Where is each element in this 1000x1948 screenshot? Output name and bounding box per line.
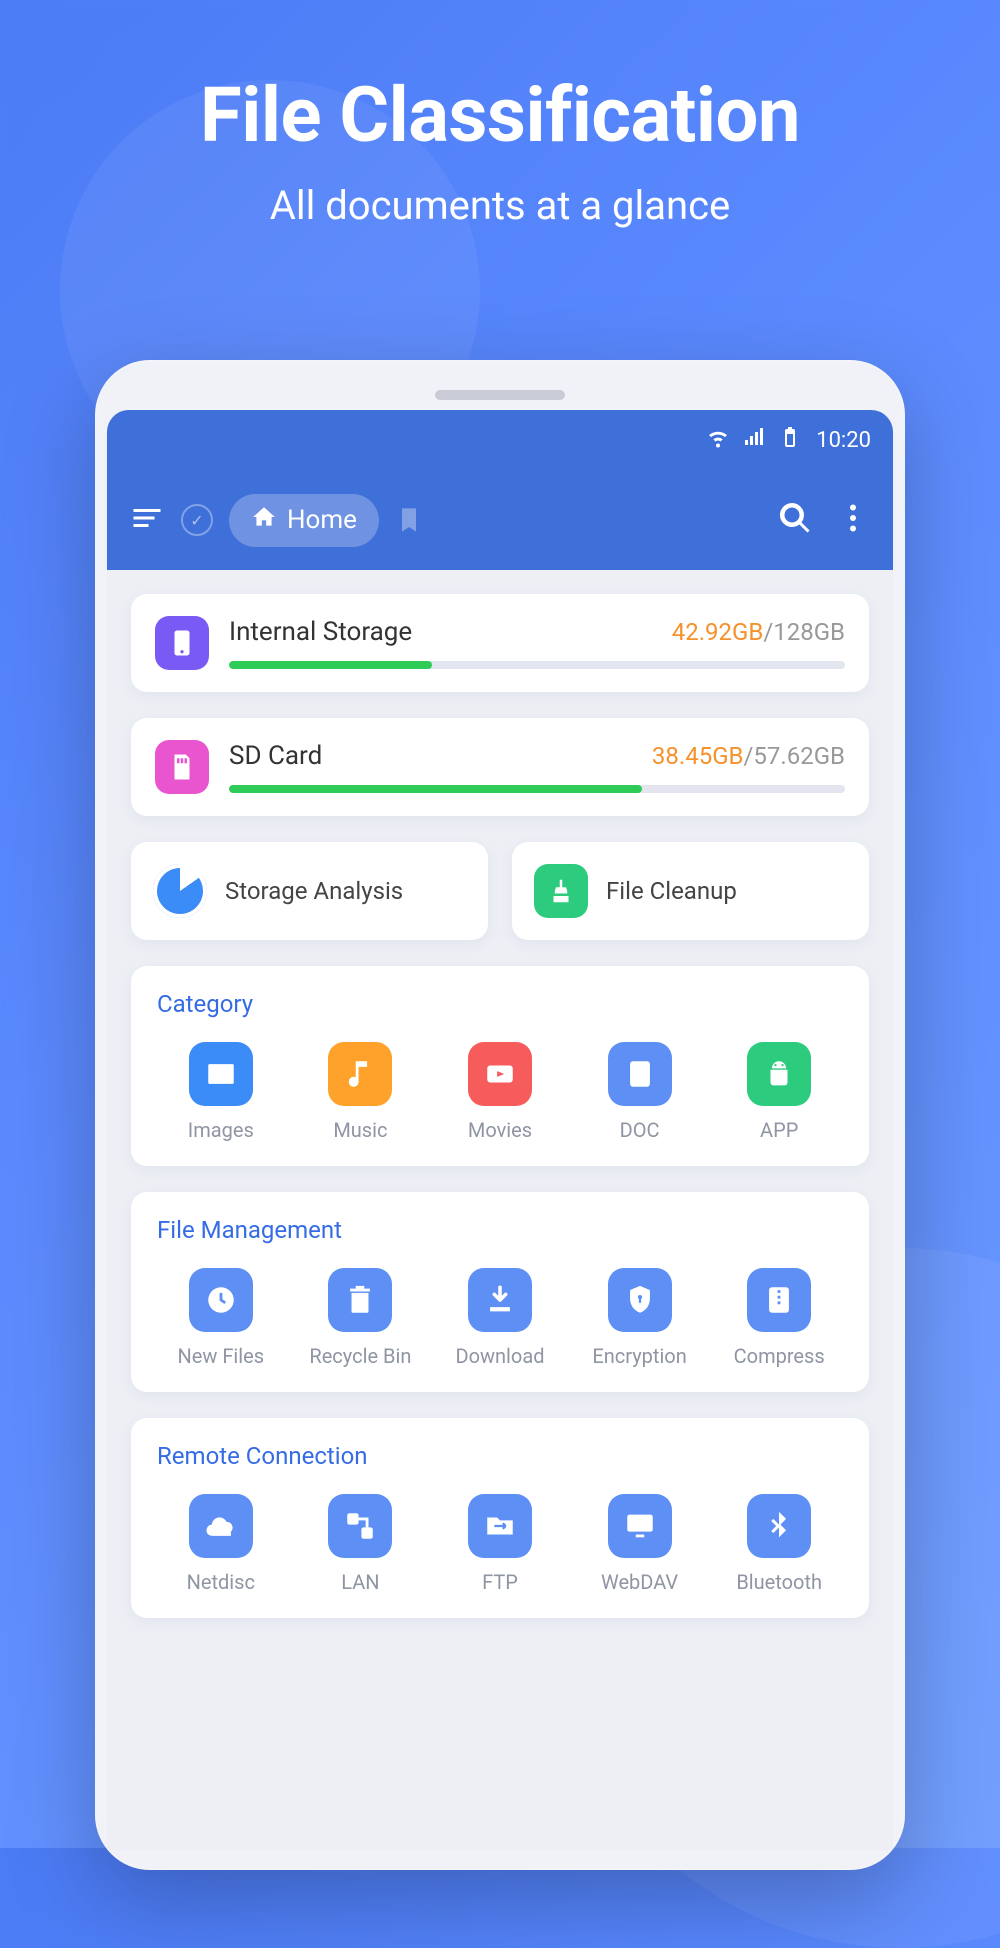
- lan-tile[interactable]: LAN: [291, 1494, 431, 1594]
- internal-storage-size: 42.92GB/128GB: [672, 618, 845, 646]
- search-icon[interactable]: [777, 500, 813, 540]
- file-management-section: File Management New Files Recycle Bin Down…: [131, 1192, 869, 1392]
- compress-label: Compress: [734, 1344, 825, 1368]
- phone-frame: 10:20 Home: [95, 360, 905, 1870]
- tools-row: Storage Analysis File Cleanup: [131, 842, 869, 940]
- sd-card-label: SD Card: [229, 741, 322, 771]
- internal-storage-bar: [229, 661, 845, 669]
- new-files-label: New Files: [178, 1344, 265, 1368]
- webdav-label: WebDAV: [601, 1570, 678, 1594]
- encryption-label: Encryption: [592, 1344, 686, 1368]
- sd-card-bar: [229, 785, 845, 793]
- phone-storage-icon: [155, 616, 209, 670]
- remote-connection-section: Remote Connection Netdisc LAN FTP WebDAV Blu…: [131, 1418, 869, 1618]
- signal-icon: [742, 425, 766, 455]
- bookmark-icon[interactable]: [395, 506, 423, 534]
- pie-chart-icon: [153, 864, 207, 918]
- shield-icon: [608, 1268, 672, 1332]
- file-cleanup-label: File Cleanup: [606, 877, 737, 905]
- recycle-bin-label: Recycle Bin: [309, 1344, 411, 1368]
- ftp-label: FTP: [482, 1570, 518, 1594]
- lan-label: LAN: [341, 1570, 379, 1594]
- doc-label: DOC: [620, 1118, 660, 1142]
- app-bar: Home: [107, 470, 893, 570]
- download-icon: [468, 1268, 532, 1332]
- file-cleanup-button[interactable]: File Cleanup: [512, 842, 869, 940]
- wifi-icon: [706, 425, 730, 455]
- status-bar: 10:20: [107, 410, 893, 470]
- sd-card-card[interactable]: SD Card 38.45GB/57.62GB: [131, 718, 869, 816]
- sd-card-icon: [155, 740, 209, 794]
- more-icon[interactable]: [835, 500, 871, 540]
- menu-icon[interactable]: [129, 500, 165, 540]
- doc-icon: [608, 1042, 672, 1106]
- images-label: Images: [188, 1118, 254, 1142]
- video-icon: [468, 1042, 532, 1106]
- sd-card-size: 38.45GB/57.62GB: [652, 742, 845, 770]
- cloud-icon: [189, 1494, 253, 1558]
- file-management-title: File Management: [151, 1216, 849, 1244]
- bluetooth-label: Bluetooth: [736, 1570, 822, 1594]
- doc-tile[interactable]: DOC: [570, 1042, 710, 1142]
- download-tile[interactable]: Download: [430, 1268, 570, 1368]
- battery-icon: [778, 425, 802, 455]
- android-icon: [747, 1042, 811, 1106]
- home-tab[interactable]: Home: [229, 494, 379, 547]
- folder-swap-icon: [468, 1494, 532, 1558]
- monitor-icon: [608, 1494, 672, 1558]
- ftp-tile[interactable]: FTP: [430, 1494, 570, 1594]
- internal-storage-label: Internal Storage: [229, 617, 412, 647]
- lan-icon: [328, 1494, 392, 1558]
- movies-tile[interactable]: Movies: [430, 1042, 570, 1142]
- app-tile[interactable]: APP: [709, 1042, 849, 1142]
- category-title: Category: [151, 990, 849, 1018]
- compress-tile[interactable]: Compress: [709, 1268, 849, 1368]
- speaker: [435, 390, 565, 400]
- remote-connection-title: Remote Connection: [151, 1442, 849, 1470]
- home-icon: [251, 504, 277, 537]
- status-time: 10:20: [816, 428, 871, 453]
- music-icon: [328, 1042, 392, 1106]
- archive-icon: [747, 1268, 811, 1332]
- webdav-tile[interactable]: WebDAV: [570, 1494, 710, 1594]
- storage-analysis-button[interactable]: Storage Analysis: [131, 842, 488, 940]
- internal-storage-card[interactable]: Internal Storage 42.92GB/128GB: [131, 594, 869, 692]
- recycle-bin-tile[interactable]: Recycle Bin: [291, 1268, 431, 1368]
- category-section: Category Images Music Movies DOC APP: [131, 966, 869, 1166]
- screen: 10:20 Home: [107, 410, 893, 1850]
- trash-icon: [328, 1268, 392, 1332]
- image-icon: [189, 1042, 253, 1106]
- encryption-tile[interactable]: Encryption: [570, 1268, 710, 1368]
- bluetooth-tile[interactable]: Bluetooth: [709, 1494, 849, 1594]
- home-tab-label: Home: [287, 505, 357, 535]
- bluetooth-icon: [747, 1494, 811, 1558]
- storage-analysis-label: Storage Analysis: [225, 877, 403, 905]
- netdisc-tile[interactable]: Netdisc: [151, 1494, 291, 1594]
- select-mode-icon[interactable]: [181, 504, 213, 536]
- images-tile[interactable]: Images: [151, 1042, 291, 1142]
- clock-icon: [189, 1268, 253, 1332]
- app-label: APP: [760, 1118, 798, 1142]
- broom-icon: [534, 864, 588, 918]
- new-files-tile[interactable]: New Files: [151, 1268, 291, 1368]
- movies-label: Movies: [468, 1118, 532, 1142]
- download-label: Download: [455, 1344, 544, 1368]
- netdisc-label: Netdisc: [187, 1570, 255, 1594]
- music-label: Music: [333, 1118, 387, 1142]
- music-tile[interactable]: Music: [291, 1042, 431, 1142]
